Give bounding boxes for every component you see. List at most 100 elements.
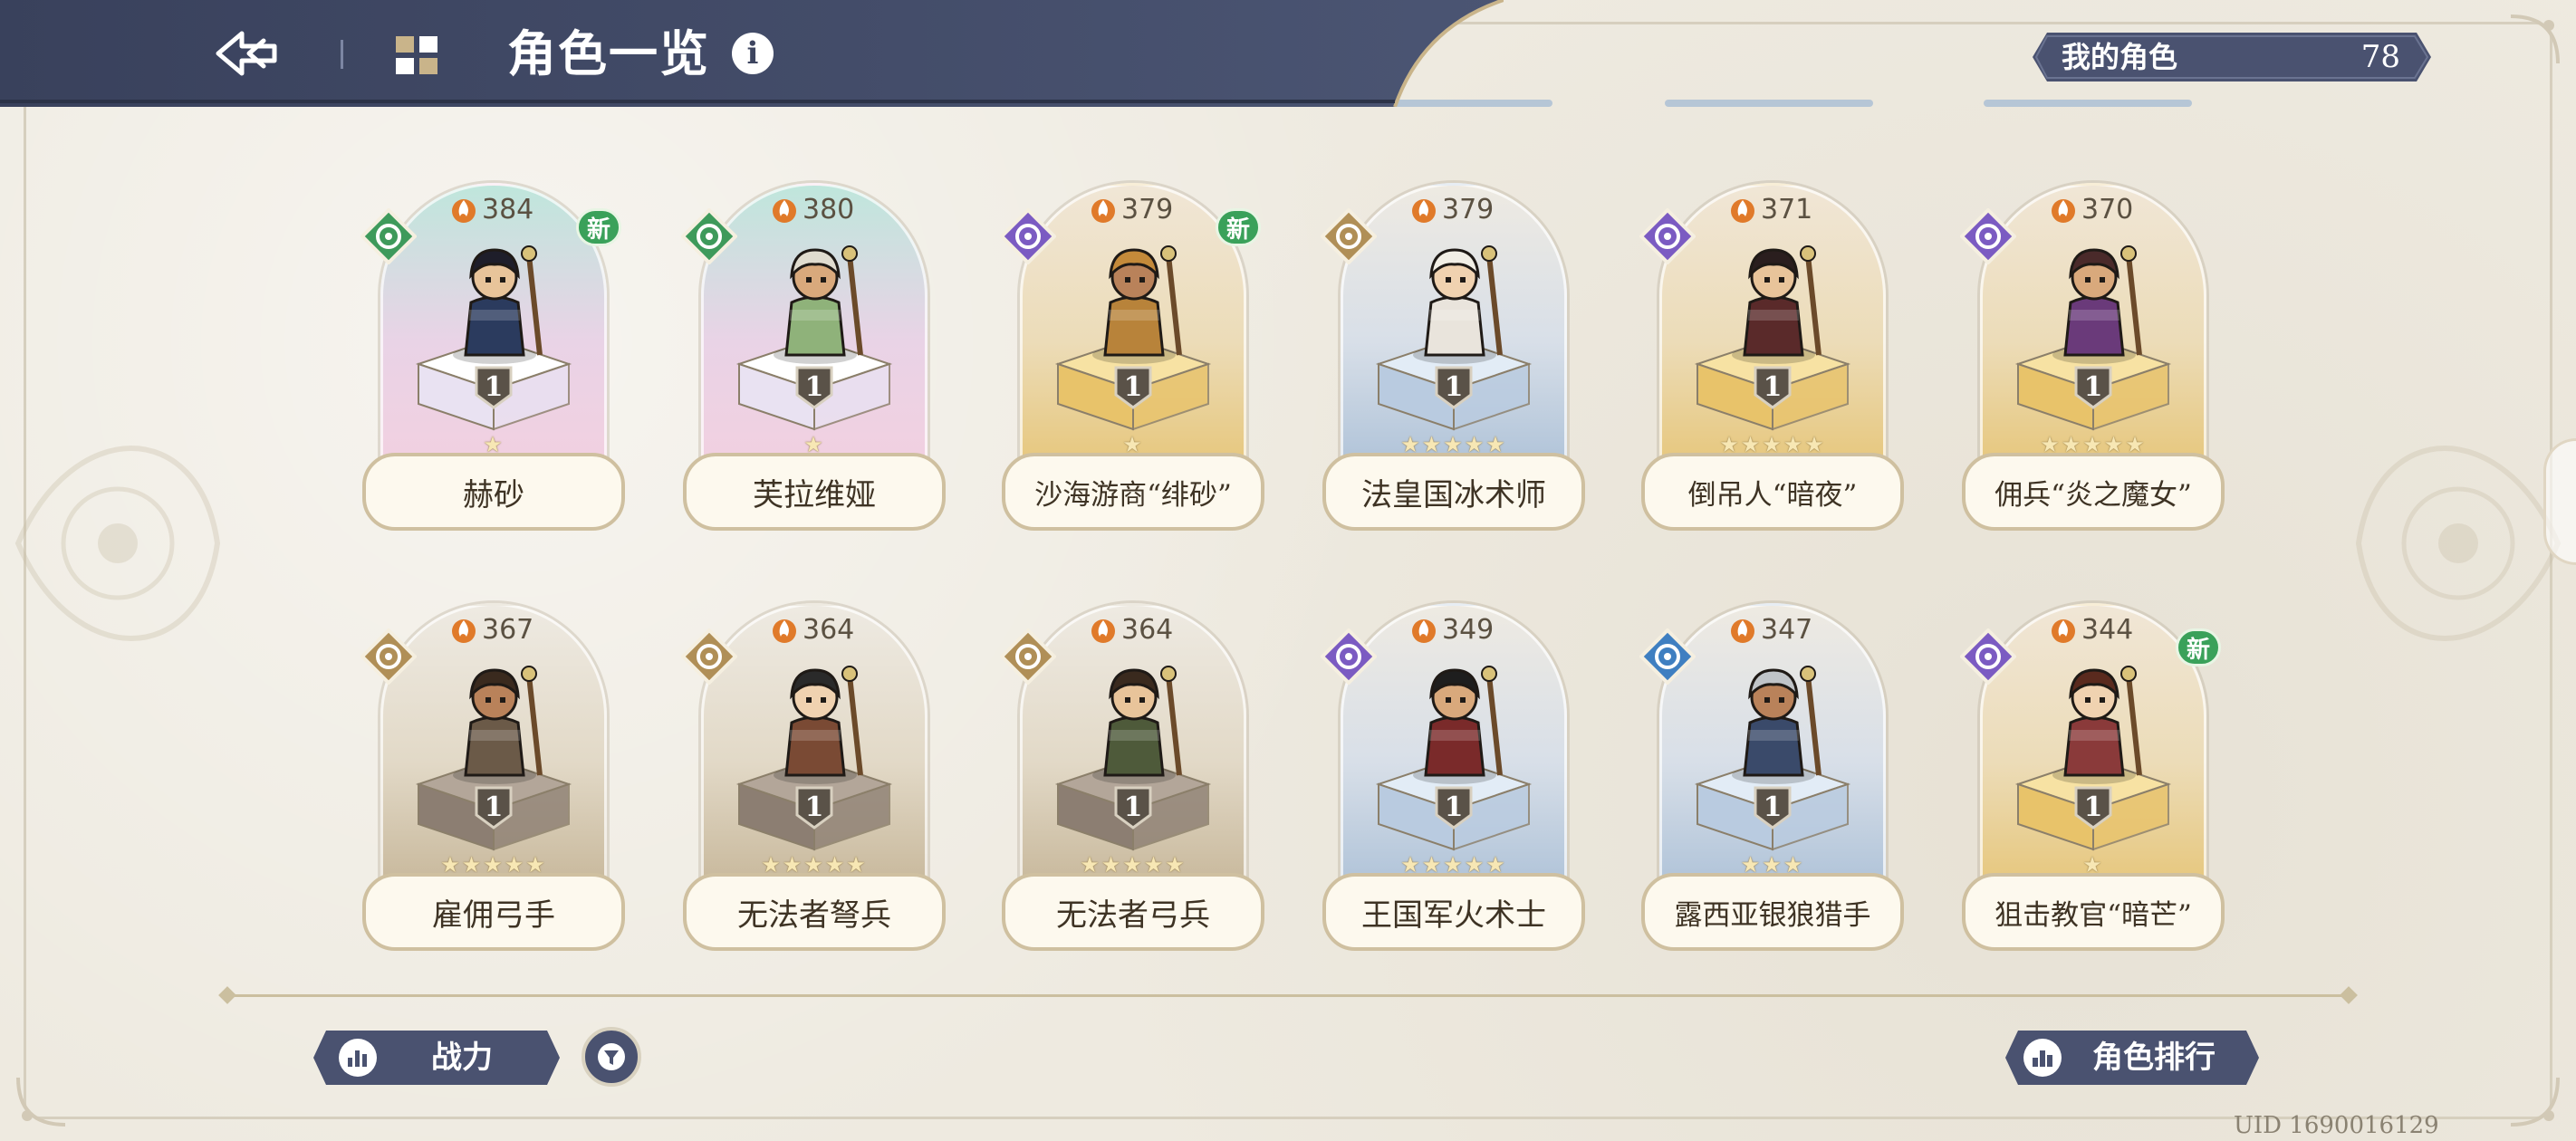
level-value: 1 [1763,371,1783,403]
flame-icon [1091,619,1115,643]
element-badge-icon [1639,628,1697,686]
level-value: 1 [1763,791,1783,823]
power-value: 344 [2081,613,2134,646]
power-value: 371 [1761,193,1813,225]
back-button[interactable] [210,24,281,83]
level-badge: 1 [2072,364,2114,411]
side-drawer-tab[interactable] [2543,438,2576,565]
level-badge: 1 [2072,784,2114,831]
level-badge: 1 [1433,784,1475,831]
character-sprite-icon [774,666,863,784]
character-name: 法皇国冰术师 [1322,453,1585,531]
character-ranking-button[interactable]: 角色排行 [2005,1031,2259,1085]
partial-card-edge [1984,100,2192,107]
character-name: 狙击教官“暗芒” [1962,873,2225,951]
character-sprite-icon [2052,666,2142,784]
character-card[interactable]: 1 ★ 狙击教官“暗芒” 344 新 [1959,603,2226,953]
character-name: 雇佣弓手 [362,873,625,951]
ranking-label: 角色排行 [2092,1040,2216,1076]
combat-power: 364 [772,614,854,646]
flame-icon [452,619,476,643]
level-value: 1 [2083,371,2103,403]
character-sprite-icon [1092,245,1182,364]
character-card[interactable]: 1 ★★★ 露西亚银狼猎手 347 [1639,603,1906,953]
element-badge-icon [1639,207,1697,265]
level-value: 1 [804,791,824,823]
level-value: 1 [1444,791,1464,823]
element-badge-icon [999,628,1057,686]
combat-power: 347 [1730,614,1812,646]
level-value: 1 [484,791,504,823]
corner-ornament-icon [11,1069,74,1132]
bar-chart-icon [339,1039,377,1077]
character-sprite-icon [453,245,543,364]
swirl-ornament-icon [14,446,221,641]
character-card[interactable]: 1 ★ 芙拉维娅 380 [680,183,947,532]
character-card[interactable]: 1 ★★★★★ 王国军火术士 349 [1320,603,1587,953]
flame-icon [773,619,796,643]
grid-menu-button[interactable] [391,33,442,78]
sort-by-power-button[interactable]: 战力 [313,1031,560,1085]
info-icon[interactable]: i [732,33,774,74]
level-value: 1 [1123,791,1143,823]
element-badge-icon [1959,207,2017,265]
combat-power: 344 [2051,613,2134,646]
character-name: 倒吊人“暗夜” [1641,453,1904,531]
level-badge: 1 [793,364,835,411]
element-badge-icon [999,207,1057,265]
character-card[interactable]: 1 ★★★★★ 法皇国冰术师 379 [1320,183,1587,532]
element-badge-icon [680,628,738,686]
combat-power: 379 [1411,194,1494,225]
filter-button[interactable] [582,1027,641,1087]
power-value: 349 [1442,613,1495,646]
section-divider [226,994,2350,997]
character-card[interactable]: 1 ★★★★★ 雇佣弓手 367 [360,603,627,953]
level-badge: 1 [473,364,514,411]
character-card[interactable]: 1 ★ 赫砂 384 新 [360,183,627,532]
character-sprite-icon [1732,245,1821,364]
power-value: 379 [1442,193,1495,225]
flame-icon [452,199,476,223]
owned-characters-counter: 我的角色 78 [2033,33,2431,82]
flame-icon [2052,199,2075,223]
grid-menu-icon [396,36,437,74]
element-badge-icon [1320,207,1378,265]
element-badge-icon [680,207,738,265]
power-value: 370 [2081,193,2134,225]
flame-icon [1731,199,1754,223]
swirl-ornament-icon [2355,446,2562,641]
character-name: 佣兵“炎之魔女” [1962,453,2225,531]
new-badge: 新 [576,208,621,246]
back-arrow-icon [216,31,277,76]
combat-power: 364 [1091,614,1173,646]
ranking-icon [2023,1039,2062,1077]
flame-icon [1091,199,1115,223]
character-name: 芙拉维娅 [683,453,946,531]
character-sprite-icon [2052,245,2142,364]
character-card[interactable]: 1 ★★★★★ 无法者弩兵 364 [680,603,947,953]
owned-label: 我的角色 [2062,40,2178,74]
combat-power: 367 [451,614,533,646]
level-badge: 1 [1112,364,1154,411]
character-card[interactable]: 1 ★★★★★ 倒吊人“暗夜” 371 [1639,183,1906,532]
character-card[interactable]: 1 ★ 沙海游商“绯砂” 379 新 [999,183,1266,532]
filter-icon [598,1043,625,1070]
level-badge: 1 [1433,364,1475,411]
divider-cap [218,986,236,1004]
character-card[interactable]: 1 ★★★★★ 佣兵“炎之魔女” 370 [1959,183,2226,532]
character-card[interactable]: 1 ★★★★★ 无法者弓兵 364 [999,603,1266,953]
combat-power: 380 [772,194,854,225]
level-badge: 1 [793,784,835,831]
owned-count: 78 [2360,39,2400,75]
level-value: 1 [484,371,504,403]
new-badge: 新 [2176,628,2221,666]
level-value: 1 [1444,371,1464,403]
combat-power: 384 [451,194,533,225]
character-sprite-icon [1413,666,1503,784]
character-sprite-icon [453,666,543,784]
level-badge: 1 [1752,784,1793,831]
user-id: UID 1690016129 [2234,1112,2439,1139]
combat-power: 370 [2051,194,2133,225]
element-badge-icon [1320,628,1378,686]
level-badge: 1 [473,784,514,831]
